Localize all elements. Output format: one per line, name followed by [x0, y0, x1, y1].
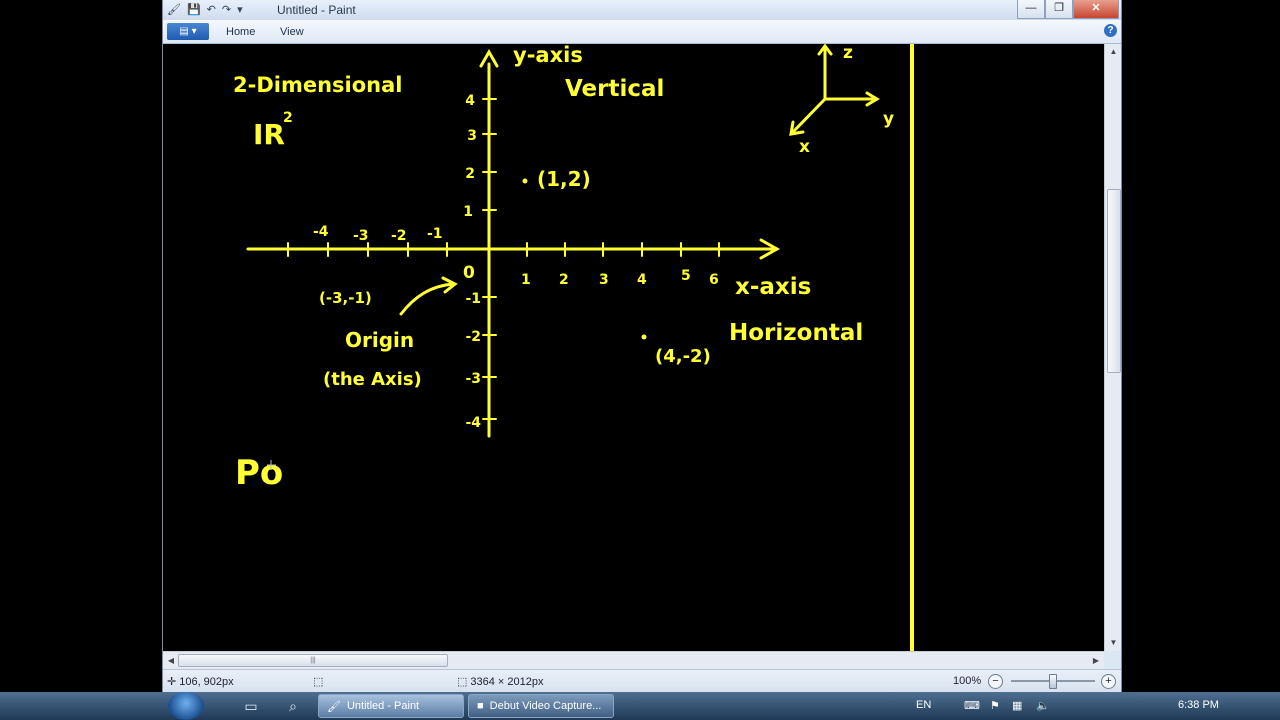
flag-icon[interactable]: ⚑ [990, 699, 1000, 712]
cursor-position: ✛ 106, 902px [167, 675, 234, 689]
vertical-scrollbar[interactable]: ▲ ▼ [1104, 44, 1121, 651]
axis3d-x-label: x [799, 137, 810, 157]
ribbon: ▤ ▾ Home View ? [163, 20, 1121, 44]
draft-text: Po [235, 453, 283, 493]
y-tick-label: 2 [465, 166, 475, 182]
video-capture-icon: ■ [477, 700, 484, 712]
y-tick-label: -2 [465, 329, 481, 345]
y-tick-label: 1 [463, 204, 473, 220]
x-tick-label: -4 [313, 224, 329, 240]
x-tick-label: 2 [559, 272, 569, 288]
zero-label: 0 [463, 263, 475, 283]
taskbar-item-label: Debut Video Capture... [489, 700, 602, 712]
point-a-label: (1,2) [537, 167, 591, 191]
point-c-label: (-3,-1) [319, 289, 372, 307]
minimize-button[interactable]: — [1017, 0, 1045, 19]
title-r2-exponent: 2 [283, 110, 293, 126]
taskbar: ▭ ⌕ 🖌 Untitled - Paint ■ Debut Video Cap… [0, 692, 1280, 720]
folder-icon[interactable]: ▭ [242, 697, 260, 715]
keyboard-icon[interactable]: ⌨ [964, 699, 980, 712]
title-dimensional: 2-Dimensional [233, 73, 402, 97]
window-title: Untitled - Paint [277, 3, 356, 17]
x-tick-label: -3 [353, 228, 369, 244]
canvas-size: ⬚ 3364 × 2012px [457, 675, 544, 689]
vertical-scroll-thumb[interactable] [1107, 189, 1121, 373]
taskbar-item-label: Untitled - Paint [346, 700, 420, 712]
maximize-button[interactable]: ❐ [1045, 0, 1073, 19]
selection-icon: ⬚ [313, 676, 324, 688]
axis3d-x-line [791, 97, 827, 134]
window-controls: — ❐ ✕ [1017, 0, 1119, 19]
zoom-level-text: 100% [953, 675, 982, 687]
x-tick-label: 1 [521, 272, 531, 288]
x-tick-label: -1 [427, 226, 443, 242]
redo-icon[interactable]: ↷ [222, 3, 231, 17]
status-bar: ✛ 106, 902px ⬚ ⬚ 3364 × 2012px 100% − + [163, 669, 1121, 692]
undo-icon[interactable]: ↶ [207, 3, 216, 17]
vertical-label: Vertical [565, 76, 664, 102]
canvas-size-icon: ⬚ [457, 676, 468, 688]
taskbar-item-paint[interactable]: 🖌 Untitled - Paint [318, 694, 464, 718]
move-cursor-icon: ✛ [167, 676, 177, 688]
point-dot [641, 334, 647, 340]
customize-icon[interactable]: ▾ [237, 3, 243, 17]
taskbar-item-debut[interactable]: ■ Debut Video Capture... [468, 694, 614, 718]
clock[interactable]: 6:38 PM [1178, 699, 1219, 711]
paint-window: 🖌 💾 ↶ ↷ ▾ Untitled - Paint — ❐ ✕ ▤ ▾ Hom… [162, 0, 1122, 692]
point-dot [522, 178, 528, 184]
canvas-drawing: 2-Dimensional IR 2 y-axis Vertical x-axi… [233, 44, 914, 651]
start-button[interactable] [168, 692, 204, 720]
paint-app-icon[interactable]: 🖌 [167, 3, 181, 17]
selection-size: ⬚ [313, 675, 323, 688]
horizontal-scrollbar[interactable]: ◀ ||| ▶ [163, 651, 1104, 669]
y-tick-label: -4 [465, 415, 481, 431]
quick-access-toolbar: 🖌 💾 ↶ ↷ ▾ [167, 3, 243, 17]
point-b-label: (4,-2) [655, 346, 711, 367]
scroll-right-icon[interactable]: ▶ [1088, 652, 1104, 669]
paint-app-icon: 🖌 [327, 700, 341, 713]
x-tick-label: 3 [599, 272, 609, 288]
axis3d-y-label: y [883, 109, 894, 129]
axis3d-z-label: z [843, 44, 853, 63]
help-icon[interactable]: ? [1104, 24, 1117, 37]
origin-label: Origin [345, 328, 414, 352]
zoom-out-button[interactable]: − [988, 674, 1003, 689]
zoom-in-button[interactable]: + [1101, 674, 1116, 689]
tab-home[interactable]: Home [226, 26, 255, 38]
horizontal-label: Horizontal [729, 320, 863, 346]
y-tick-label: -3 [465, 371, 481, 387]
tab-view[interactable]: View [280, 26, 304, 38]
y-axis-label: y-axis [513, 44, 583, 67]
origin-coords-label: (the Axis) [323, 369, 422, 390]
volume-icon[interactable]: 🔈 [1036, 699, 1050, 712]
scroll-down-icon[interactable]: ▼ [1105, 635, 1121, 651]
cursor-position-text: 106, 902px [179, 675, 234, 688]
scroll-left-icon[interactable]: ◀ [163, 652, 179, 669]
y-tick-label: 4 [465, 93, 475, 109]
x-tick-label: 5 [681, 268, 691, 284]
network-icon[interactable]: ▦ [1012, 699, 1022, 712]
title-r2: IR [253, 118, 285, 151]
close-button[interactable]: ✕ [1073, 0, 1119, 19]
y-tick-label: -1 [465, 291, 481, 307]
x-tick-label: -2 [391, 228, 407, 244]
drawing-canvas[interactable]: 2-Dimensional IR 2 y-axis Vertical x-axi… [163, 44, 1104, 651]
zoom-slider-knob[interactable] [1049, 674, 1057, 689]
origin-pointer-arrow [399, 282, 455, 316]
title-bar[interactable]: 🖌 💾 ↶ ↷ ▾ Untitled - Paint — ❐ ✕ [163, 0, 1121, 20]
y-tick-label: 3 [467, 128, 477, 144]
canvas-size-text: 3364 × 2012px [470, 675, 544, 688]
scroll-up-icon[interactable]: ▲ [1105, 44, 1121, 60]
save-icon[interactable]: 💾 [187, 3, 201, 17]
x-axis-label: x-axis [735, 274, 811, 300]
x-tick-label: 6 [709, 272, 719, 288]
language-indicator[interactable]: EN [916, 699, 931, 711]
paint-menu-button[interactable]: ▤ ▾ [167, 23, 209, 40]
horizontal-scroll-thumb[interactable]: ||| [178, 654, 448, 667]
search-icon[interactable]: ⌕ [284, 697, 302, 715]
x-tick-label: 4 [637, 272, 647, 288]
